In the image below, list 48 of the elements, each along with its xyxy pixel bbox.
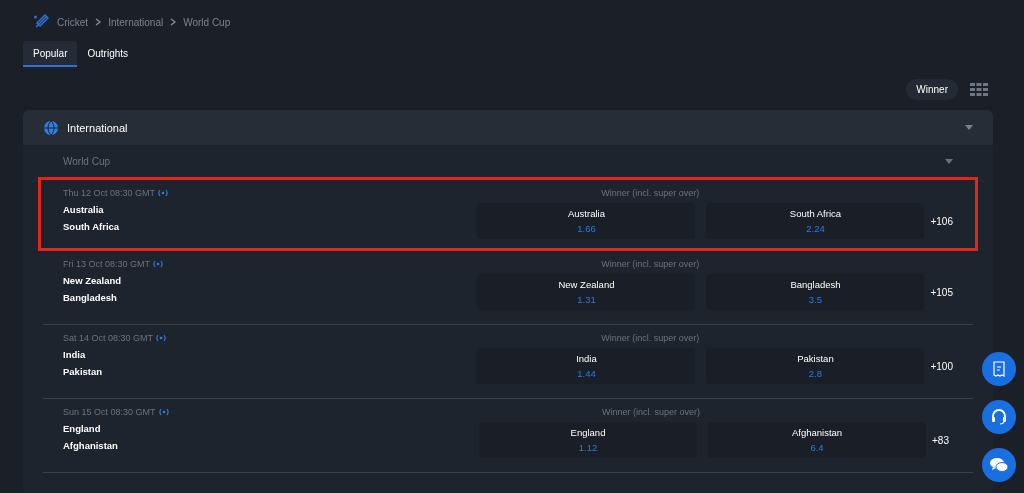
breadcrumb-link[interactable]: Cricket bbox=[57, 16, 89, 28]
section-title: International bbox=[67, 121, 129, 134]
market-title: Winner (incl. super over) bbox=[600, 259, 701, 269]
team-name: Australia bbox=[63, 204, 105, 215]
grid-view-icon[interactable] bbox=[970, 83, 988, 96]
breadcrumb-link[interactable]: International bbox=[108, 16, 164, 28]
chevron-icon bbox=[169, 18, 178, 26]
competition-title: World Cup bbox=[63, 155, 111, 167]
odds-button[interactable]: South Africa 2.24 bbox=[706, 203, 925, 239]
match-time: Sat 14 Oct 08:30 GMT bbox=[63, 333, 154, 343]
odds-button[interactable]: Pakistan 2.8 bbox=[706, 348, 925, 384]
odds-button[interactable]: Afghanistan 6.4 bbox=[708, 422, 926, 458]
team-name: New Zealand bbox=[63, 275, 123, 286]
more-markets-link[interactable]: +100 bbox=[930, 360, 953, 372]
headset-icon bbox=[990, 408, 1008, 426]
market-title: Winner (incl. super over) bbox=[601, 407, 701, 417]
odds-button[interactable]: England 1.12 bbox=[479, 422, 697, 458]
team-name: Afghanistan bbox=[63, 440, 119, 451]
team-name: South Africa bbox=[63, 221, 121, 232]
match-time: Fri 13 Oct 08:30 GMT bbox=[63, 259, 151, 269]
market-dropdown[interactable]: Winner bbox=[906, 79, 958, 100]
team-name: Bangladesh bbox=[63, 292, 118, 303]
section-header[interactable]: International bbox=[23, 110, 993, 145]
chat-icon bbox=[989, 456, 1009, 474]
chat-button[interactable] bbox=[982, 448, 1016, 482]
market-title: Winner (incl. super over) bbox=[600, 333, 701, 343]
more-markets-link[interactable]: +106 bbox=[930, 215, 953, 227]
tab[interactable]: Popular bbox=[23, 41, 78, 67]
match-time: Sun 15 Oct 08:30 GMT bbox=[63, 407, 156, 417]
team-name: England bbox=[63, 423, 102, 434]
cricket-bat-icon bbox=[33, 14, 49, 30]
tab[interactable]: Outrights bbox=[77, 41, 139, 67]
market-title: Winner (incl. super over) bbox=[600, 188, 701, 198]
team-name: Pakistan bbox=[63, 366, 104, 377]
chevron-icon bbox=[94, 18, 103, 26]
receipt-icon bbox=[992, 361, 1006, 377]
support-button[interactable] bbox=[982, 400, 1016, 434]
breadcrumb-link[interactable]: World Cup bbox=[183, 16, 231, 28]
team-name: India bbox=[63, 349, 87, 360]
odds-button[interactable]: India 1.44 bbox=[477, 348, 696, 384]
odds-button[interactable]: Bangladesh 3.5 bbox=[706, 274, 925, 310]
odds-button[interactable]: Australia 1.66 bbox=[477, 203, 696, 239]
globe-icon bbox=[43, 119, 59, 136]
betslip-button[interactable] bbox=[982, 352, 1016, 386]
more-markets-link[interactable]: +105 bbox=[930, 286, 953, 298]
odds-button[interactable]: New Zealand 1.31 bbox=[477, 274, 696, 310]
match-time: Thu 12 Oct 08:30 GMT bbox=[63, 188, 156, 198]
more-markets-link[interactable]: +83 bbox=[932, 434, 949, 446]
